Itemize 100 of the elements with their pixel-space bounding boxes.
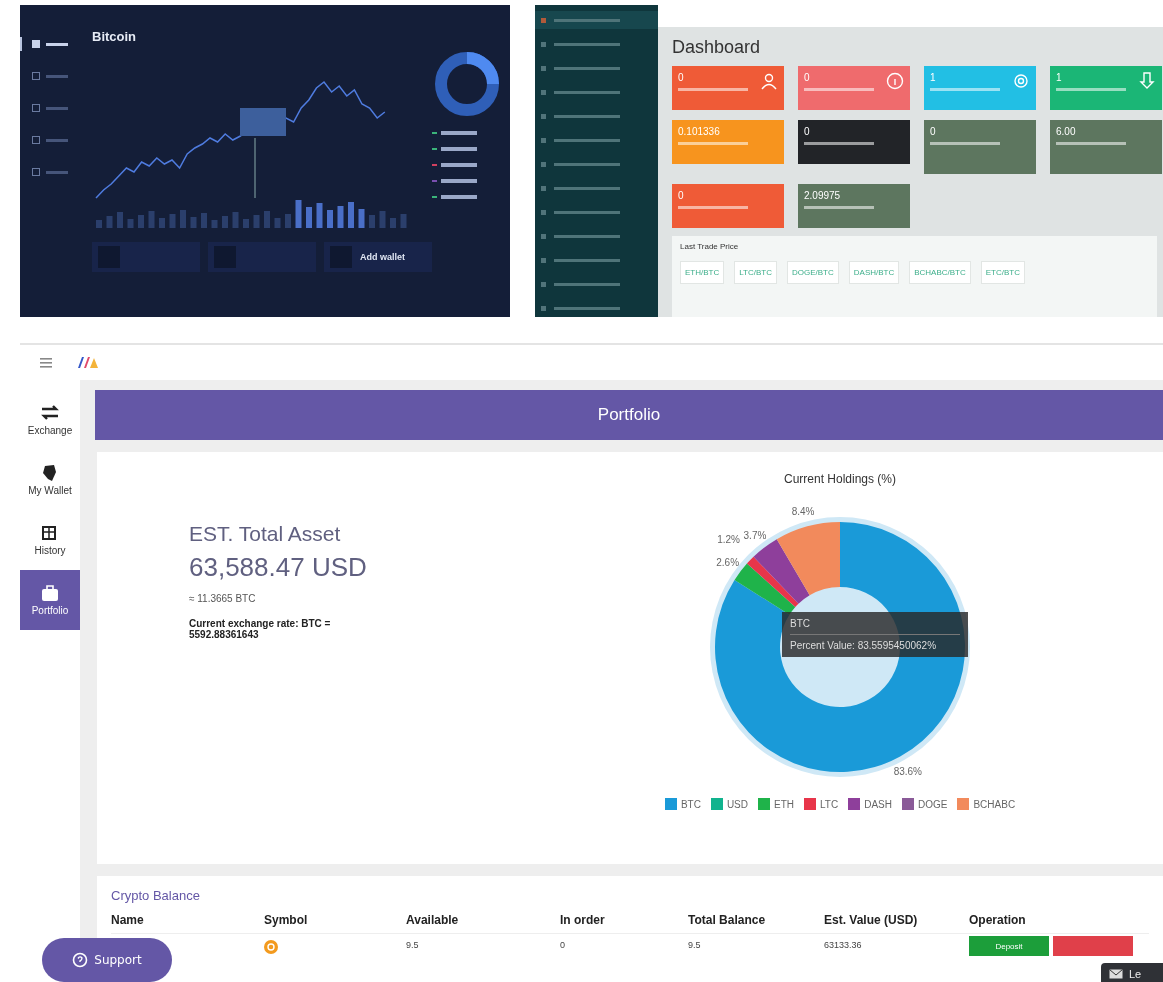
column-header: Available (406, 913, 560, 934)
volume-bar (253, 215, 260, 228)
page-title: Bitcoin (91, 29, 138, 44)
coin-row-drawing (432, 163, 477, 167)
user-icon (760, 72, 778, 90)
tooltip-title: BTC (790, 618, 960, 635)
asset-heading: EST. Total Asset (189, 522, 342, 546)
volume-bar (358, 209, 365, 228)
info-icon (886, 72, 904, 90)
data-label: 2.6% (716, 556, 740, 568)
volume-bar (306, 207, 312, 228)
briefcase-icon (40, 584, 60, 602)
legend-item[interactable]: USD (710, 798, 748, 810)
legend-item[interactable]: ETH (758, 798, 794, 810)
volume-bar (316, 203, 323, 228)
add-wallet-button[interactable]: Add wallet (324, 242, 432, 272)
legend-label: BCHABC (973, 798, 1016, 810)
table-cell-text: 63133.36 (824, 939, 863, 952)
stat-value: 0 (930, 126, 937, 137)
volume-bar (222, 216, 228, 228)
legend-item[interactable]: BCHABC (957, 798, 1016, 810)
stat-value: 1 (1056, 72, 1063, 83)
help-icon (72, 952, 89, 968)
data-label: 1.2% (717, 534, 740, 546)
volume-bar (106, 216, 113, 228)
volume-bar (369, 215, 375, 228)
stat-value: 1 (930, 72, 937, 83)
nav-item[interactable]: Exchange (20, 390, 80, 450)
volume-bar (400, 214, 407, 228)
volume-bar (243, 219, 249, 228)
coin-row-drawing (432, 179, 477, 183)
stat-value: 2.09975 (804, 190, 842, 201)
hover-card (240, 108, 286, 136)
btc-value: ≈ 11.3665 BTC (189, 593, 257, 604)
volume-bar (390, 218, 396, 228)
legend-item[interactable]: LTC (804, 798, 839, 810)
legend-item[interactable]: DOGE (901, 798, 948, 810)
chart-title: Current Holdings (%) (783, 472, 896, 486)
volume-bar (190, 217, 197, 228)
table-cell-text: 0 (560, 939, 566, 952)
volume-bar (285, 214, 291, 228)
legend-label: DASH (864, 798, 892, 810)
volume-bar (96, 220, 102, 228)
column-header: Total Balance (688, 913, 824, 934)
section-title: Last Trade Price (679, 241, 740, 253)
legend-label: LTC (820, 798, 839, 810)
chat-chip[interactable]: Le (1101, 963, 1163, 982)
cursor-line (254, 137, 256, 199)
support-button[interactable]: Support (42, 938, 172, 982)
stat-value: 6.00 (1056, 126, 1077, 137)
exchange-icon (40, 404, 60, 422)
volume-bar (232, 212, 239, 228)
mail-icon (1109, 969, 1123, 979)
coin-row-drawing (432, 131, 477, 135)
legend-item[interactable]: DASH (848, 798, 892, 810)
volume-bar (264, 211, 270, 228)
stat-value: 0 (678, 190, 685, 201)
table-cell-text: 9.5 (406, 939, 420, 952)
total-value: 63,588.47 USD (189, 552, 368, 583)
donut-chart-drawing (432, 49, 502, 119)
deposit-button[interactable]: Deposit (969, 936, 1049, 956)
menu-icon[interactable] (40, 356, 52, 369)
nav-item[interactable]: My Wallet (20, 450, 80, 510)
page-title: Dashboard (671, 36, 762, 59)
volume-bar (274, 218, 281, 228)
stat-value: 0 (804, 126, 811, 137)
coin-icon (264, 940, 278, 954)
volume-bar (127, 219, 134, 228)
data-label: 83.6% (893, 765, 923, 777)
stat-value: 0.101336 (678, 126, 721, 137)
volume-bar (295, 200, 302, 228)
column-header: In order (560, 913, 688, 934)
volume-bar (117, 212, 123, 228)
stat-value: 0 (678, 72, 685, 83)
section-title: Crypto Balance (111, 888, 201, 903)
volume-bar (169, 214, 176, 228)
volume-bar (148, 211, 155, 228)
volume-bar (211, 220, 218, 228)
column-header: Symbol (264, 913, 406, 934)
page-title: Portfolio (95, 390, 1163, 440)
volume-bar (337, 206, 344, 228)
legend-label: BTC (680, 798, 701, 810)
legend-item[interactable]: BTC (664, 798, 701, 810)
volume-bar (201, 213, 207, 228)
volume-bar (327, 210, 333, 228)
data-label: 8.4% (791, 505, 815, 517)
legend-label: USD (726, 798, 749, 810)
column-header: Operation (969, 913, 1149, 934)
volume-bar (138, 215, 144, 228)
download-icon (1138, 72, 1156, 90)
nav-item[interactable]: Portfolio (20, 570, 80, 630)
legend-label: DOGE (917, 798, 948, 810)
volume-bar (379, 211, 386, 228)
nav-item[interactable]: History (20, 510, 80, 570)
data-label: 3.7% (743, 529, 767, 541)
volume-bar (159, 218, 165, 228)
tooltip-text: Percent Value: 83.5595450062% (790, 640, 938, 651)
column-header: Name (111, 913, 264, 934)
table-cell-text: 9.5 (688, 939, 702, 952)
legend-label: ETH (774, 798, 795, 810)
